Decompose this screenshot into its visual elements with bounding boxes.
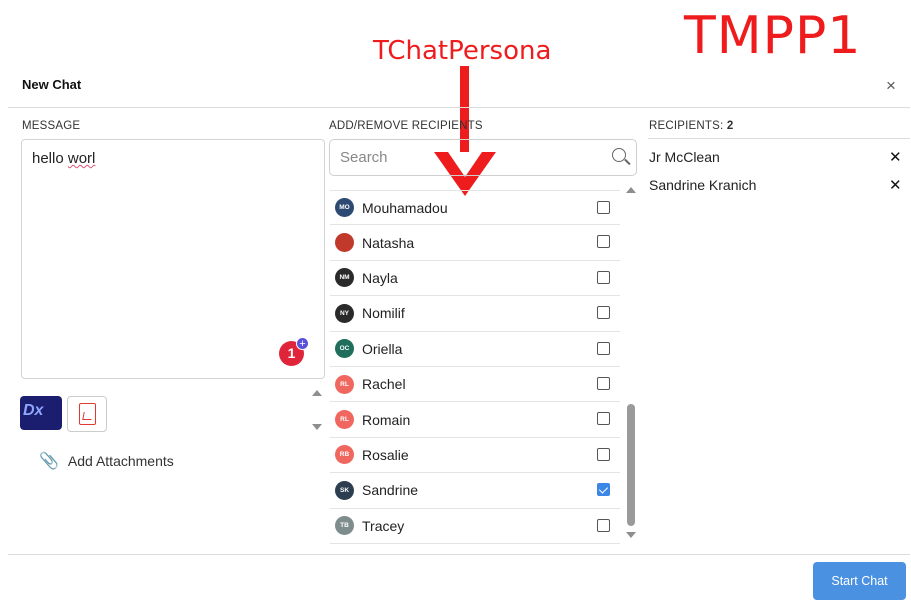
search-icon[interactable] [612, 148, 626, 162]
select-checkbox[interactable] [597, 447, 610, 461]
select-checkbox[interactable] [597, 235, 610, 249]
list-item[interactable]: OC Oriella [330, 332, 620, 367]
list-item[interactable]: Natasha [330, 225, 620, 261]
avatar: OC [335, 339, 354, 359]
recipients-divider [648, 138, 910, 139]
contact-name: Rosalie [362, 446, 409, 463]
avatar: NM [335, 268, 354, 288]
select-checkbox[interactable] [597, 306, 610, 320]
footer-divider [8, 554, 910, 555]
recipient-list: MO Mouhamadou Natasha NM Nayla NY Nomili… [330, 190, 620, 544]
avatar: TB [335, 516, 354, 536]
selected-recipient: Jr McClean [649, 149, 720, 165]
paperclip-icon: 📎 [39, 453, 59, 470]
annotation-tchatpersona: TChatPersona [373, 36, 552, 66]
list-item[interactable]: MO Mouhamadou [330, 190, 620, 226]
select-checkbox[interactable] [597, 341, 610, 355]
contact-name: Nayla [362, 269, 398, 286]
contact-name: Nomilif [362, 305, 405, 322]
contact-name: Sandrine [362, 482, 419, 499]
thumbnail-logo-text: Dx [23, 402, 44, 419]
attachments-scroll-up-icon[interactable] [312, 390, 322, 396]
list-scrollbar-thumb[interactable] [627, 404, 635, 526]
add-remove-recipients-label: ADD/REMOVE RECIPIENTS [329, 120, 483, 132]
remove-recipient-icon[interactable]: ✕ [889, 176, 902, 194]
start-chat-button[interactable]: Start Chat [813, 562, 906, 600]
list-scroll-up-icon[interactable] [626, 187, 636, 193]
close-icon[interactable]: × [886, 76, 896, 96]
select-checkbox[interactable] [597, 270, 610, 284]
list-item[interactable]: SK Sandrine [330, 473, 620, 509]
dialog-title: New Chat [22, 77, 82, 92]
attachment-thumbnail-pdf[interactable] [67, 396, 107, 432]
attachment-thumbnail-image[interactable]: Dx [20, 396, 62, 430]
list-item[interactable]: RL Romain [330, 402, 620, 438]
avatar: RB [335, 445, 354, 465]
avatar: RL [335, 410, 354, 430]
select-checkbox[interactable] [597, 412, 610, 426]
avatar: SK [335, 480, 354, 500]
message-input[interactable]: hello worl [21, 139, 325, 379]
select-checkbox[interactable] [597, 376, 610, 390]
contact-name: Mouhamadou [362, 199, 448, 216]
pdf-icon [79, 403, 96, 425]
list-item[interactable]: TB Tracey [330, 509, 620, 544]
message-text: hello [32, 150, 68, 167]
avatar [335, 233, 354, 253]
contact-name: Romain [362, 411, 411, 428]
message-label: MESSAGE [22, 120, 81, 132]
recipient-search[interactable] [329, 139, 637, 176]
avatar: MO [335, 198, 354, 218]
header-divider [8, 107, 910, 108]
list-item[interactable]: NM Nayla [330, 261, 620, 297]
avatar: NY [335, 303, 354, 323]
list-item[interactable]: NY Nomilif [330, 296, 620, 332]
recipients-count: 2 [726, 120, 734, 132]
avatar: RL [335, 374, 354, 394]
recipients-label-text: RECIPIENTS: [649, 120, 724, 132]
add-attachments-label: Add Attachments [67, 453, 174, 469]
recipients-count-label: RECIPIENTS: 2 [649, 120, 733, 132]
add-badge-icon[interactable]: + [296, 337, 309, 350]
contact-name: Rachel [362, 376, 406, 393]
contact-name: Tracey [362, 517, 405, 534]
message-text-misspelled: worl [67, 150, 96, 167]
contact-name: Oriella [362, 340, 403, 357]
attachments-scroll-down-icon[interactable] [312, 424, 322, 430]
select-checkbox[interactable] [597, 201, 610, 214]
contact-name: Natasha [362, 234, 415, 251]
select-checkbox-checked[interactable] [597, 483, 610, 497]
list-item[interactable]: RB Rosalie [330, 438, 620, 474]
list-item[interactable]: RL Rachel [330, 367, 620, 403]
remove-recipient-icon[interactable]: ✕ [889, 148, 902, 166]
list-scroll-down-icon[interactable] [626, 532, 636, 538]
annotation-tmpp1: TMPP1 [684, 6, 862, 66]
selected-recipient: Sandrine Kranich [649, 177, 757, 193]
search-input[interactable] [340, 149, 600, 166]
select-checkbox[interactable] [597, 518, 610, 532]
add-attachments-button[interactable]: 📎 Add Attachments [39, 451, 174, 471]
